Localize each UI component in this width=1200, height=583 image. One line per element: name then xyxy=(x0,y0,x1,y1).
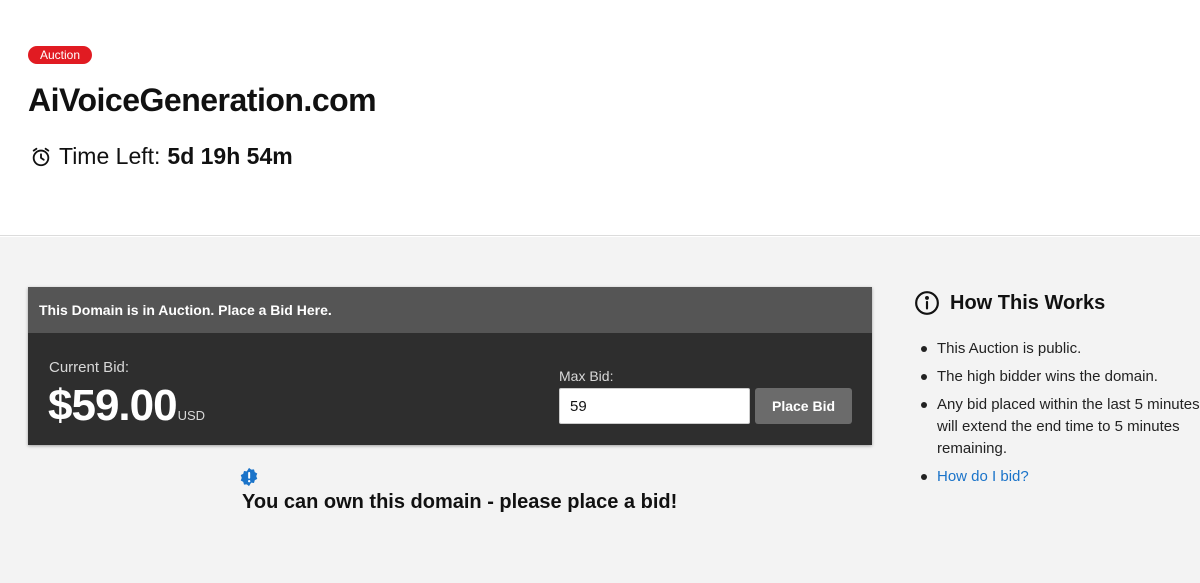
list-item: How do I bid? xyxy=(914,466,1200,488)
auction-badge: Auction xyxy=(28,46,93,64)
bid-panel: This Domain is in Auction. Place a Bid H… xyxy=(28,287,872,445)
place-bid-button[interactable]: Place Bid xyxy=(755,388,852,424)
current-bid-value: $59.00 xyxy=(48,381,178,430)
bid-notice: You can own this domain - please place a… xyxy=(242,491,678,513)
currency-label: USD xyxy=(177,408,206,423)
how-it-works-title: How This Works xyxy=(914,290,1200,316)
time-left-label: Time Left: xyxy=(59,143,161,169)
listing-header: Auction AiVoiceGeneration.com Time Left:… xyxy=(0,0,1200,236)
auction-section: This Domain is in Auction. Place a Bid H… xyxy=(0,237,1200,583)
info-icon xyxy=(915,291,939,315)
list-item: The high bidder wins the domain. xyxy=(914,366,1200,388)
list-item: This Auction is public. xyxy=(914,338,1200,360)
max-bid-input[interactable] xyxy=(559,388,750,424)
alarm-clock-icon xyxy=(32,147,50,166)
max-bid-label: Max Bid: xyxy=(559,368,614,384)
time-left-value: 5d 19h 54m xyxy=(167,143,293,169)
current-bid-amount: $59.00 USD xyxy=(48,381,205,431)
time-left: Time Left: 5d 19h 54m xyxy=(30,143,293,170)
bid-panel-heading: This Domain is in Auction. Place a Bid H… xyxy=(28,287,872,333)
how-do-i-bid-link[interactable]: How do I bid? xyxy=(937,468,1029,485)
domain-title: AiVoiceGeneration.com xyxy=(28,82,377,118)
how-it-works-heading: How This Works xyxy=(950,291,1106,314)
list-item: Any bid placed within the last 5 minutes… xyxy=(914,394,1200,460)
exclamation-badge-icon xyxy=(240,467,258,487)
how-it-works-panel: How This Works This Auction is public. T… xyxy=(914,290,1200,494)
how-it-works-list: This Auction is public. The high bidder … xyxy=(914,338,1200,488)
current-bid-label: Current Bid: xyxy=(49,359,130,376)
